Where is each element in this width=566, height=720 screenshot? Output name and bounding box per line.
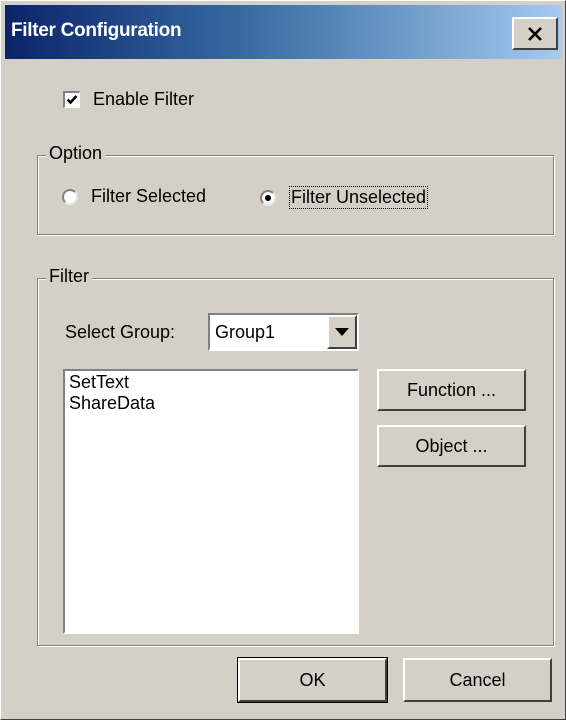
select-group-value: Group1	[215, 322, 276, 342]
filter-configuration-dialog: Filter Configuration Enable Filter Optio…	[0, 0, 566, 720]
option-group-title: Option	[46, 143, 106, 164]
dropdown-button[interactable]	[327, 315, 357, 349]
filter-selected-radio[interactable]	[62, 188, 78, 205]
list-item[interactable]: ShareData	[69, 393, 353, 414]
filter-selected-label: Filter Selected	[91, 186, 207, 206]
list-item[interactable]: SetText	[69, 372, 353, 393]
triangle-down-icon	[335, 327, 349, 336]
filter-unselected-radio[interactable]	[260, 189, 276, 206]
ok-button[interactable]: OK	[237, 657, 388, 703]
enable-filter-checkbox[interactable]	[63, 91, 80, 108]
radio-selected-dot	[265, 194, 271, 201]
filter-group-title: Filter	[46, 266, 92, 287]
select-group-dropdown[interactable]: Group1	[208, 313, 359, 351]
filter-selected-radio-row[interactable]: Filter Selected	[62, 186, 206, 207]
select-group-label: Select Group:	[65, 322, 176, 342]
cancel-button[interactable]: Cancel	[403, 658, 552, 702]
option-groupbox: Option Filter Selected Filter Unselected	[37, 143, 554, 235]
enable-filter-label: Enable Filter	[93, 89, 195, 109]
function-button[interactable]: Function ...	[377, 369, 526, 411]
enable-filter-row[interactable]: Enable Filter	[63, 89, 194, 110]
object-button[interactable]: Object ...	[377, 425, 526, 467]
close-icon	[528, 26, 542, 41]
close-button[interactable]	[512, 17, 558, 50]
filter-listbox[interactable]: SetText ShareData	[63, 369, 359, 634]
window-title: Filter Configuration	[11, 20, 182, 41]
checkmark-icon	[66, 95, 78, 105]
filter-unselected-radio-row[interactable]: Filter Unselected	[260, 186, 429, 209]
filter-unselected-label: Filter Unselected	[289, 186, 429, 209]
title-bar[interactable]: Filter Configuration	[5, 5, 562, 59]
